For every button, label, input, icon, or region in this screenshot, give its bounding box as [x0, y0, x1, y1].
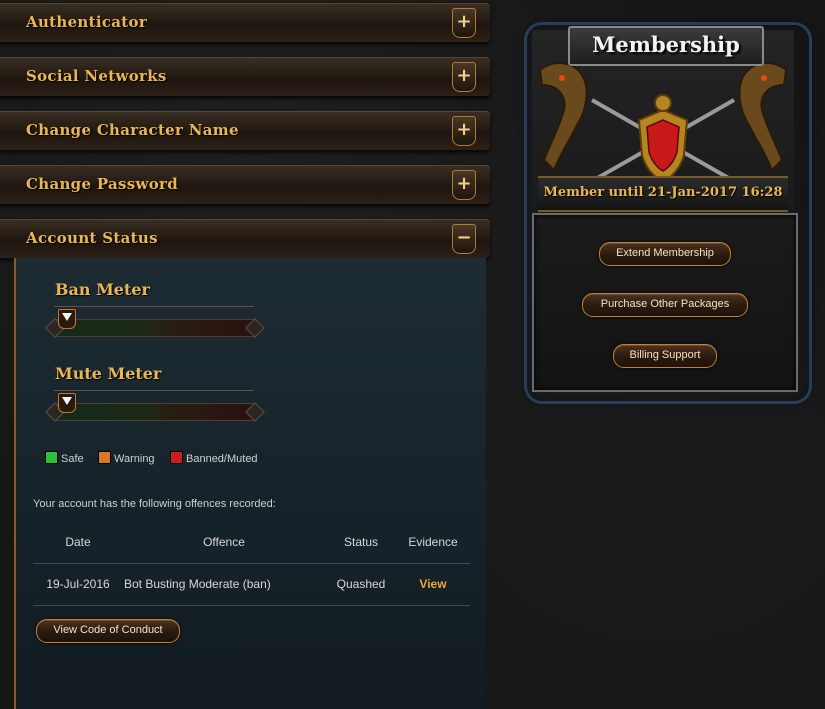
- accordion-title: Account Status: [26, 229, 158, 247]
- mute-meter-track: [54, 403, 256, 421]
- accordion-title: Change Character Name: [26, 121, 239, 139]
- mute-meter-divider: [54, 390, 254, 391]
- warning-swatch: [98, 451, 111, 464]
- legend-safe: Safe: [45, 451, 84, 465]
- ban-meter-title: Ban Meter: [55, 280, 150, 299]
- column-header-date: Date: [65, 535, 91, 549]
- table-divider: [33, 563, 470, 564]
- accordion-change-character-name[interactable]: Change Character Name +: [0, 111, 490, 151]
- membership-title-bar: Membership: [568, 26, 764, 66]
- accordion-title: Change Password: [26, 175, 179, 193]
- column-header-status: Status: [343, 535, 379, 549]
- expand-icon[interactable]: +: [452, 62, 476, 92]
- accordion-title: Authenticator: [26, 13, 148, 31]
- legend-label: Safe: [61, 453, 84, 465]
- accordion-authenticator[interactable]: Authenticator +: [0, 3, 490, 43]
- expand-icon[interactable]: +: [452, 116, 476, 146]
- legend-label: Banned/Muted: [186, 453, 258, 465]
- legend-banned-muted: Banned/Muted: [170, 451, 258, 465]
- mute-meter-marker: [58, 393, 76, 413]
- offence-status: Quashed: [336, 577, 386, 591]
- mute-meter-title: Mute Meter: [55, 364, 162, 383]
- column-header-offence: Offence: [203, 535, 245, 549]
- view-code-of-conduct-button[interactable]: View Code of Conduct: [36, 619, 180, 643]
- accordion-social-networks[interactable]: Social Networks +: [0, 57, 490, 97]
- offence-date: 19-Jul-2016: [46, 577, 110, 591]
- legend-warning: Warning: [98, 451, 155, 465]
- safe-swatch: [45, 451, 58, 464]
- membership-title: Membership: [592, 32, 740, 57]
- offence-name: Bot Busting Moderate (ban): [124, 577, 271, 591]
- purchase-other-packages-button[interactable]: Purchase Other Packages: [582, 293, 748, 317]
- membership-until-bar: Member until 21-Jan-2017 16:28: [538, 176, 788, 212]
- expand-icon[interactable]: +: [452, 170, 476, 200]
- offences-intro-text: Your account has the following offences …: [33, 498, 276, 510]
- banned-swatch: [170, 451, 183, 464]
- expand-icon[interactable]: +: [452, 8, 476, 38]
- accordion-change-password[interactable]: Change Password +: [0, 165, 490, 205]
- extend-membership-button[interactable]: Extend Membership: [599, 242, 731, 266]
- column-header-evidence: Evidence: [408, 535, 458, 549]
- membership-until-text: Member until 21-Jan-2017 16:28: [543, 185, 783, 200]
- billing-support-button[interactable]: Billing Support: [613, 344, 717, 368]
- ban-meter-marker: [58, 309, 76, 329]
- view-evidence-link[interactable]: View: [398, 577, 468, 591]
- ban-meter-track: [54, 319, 256, 337]
- legend-label: Warning: [114, 453, 155, 465]
- table-divider: [33, 605, 470, 606]
- accordion-title: Social Networks: [26, 67, 167, 85]
- ban-meter-divider: [54, 306, 254, 307]
- accordion-account-status[interactable]: Account Status −: [0, 219, 490, 259]
- collapse-icon[interactable]: −: [452, 224, 476, 254]
